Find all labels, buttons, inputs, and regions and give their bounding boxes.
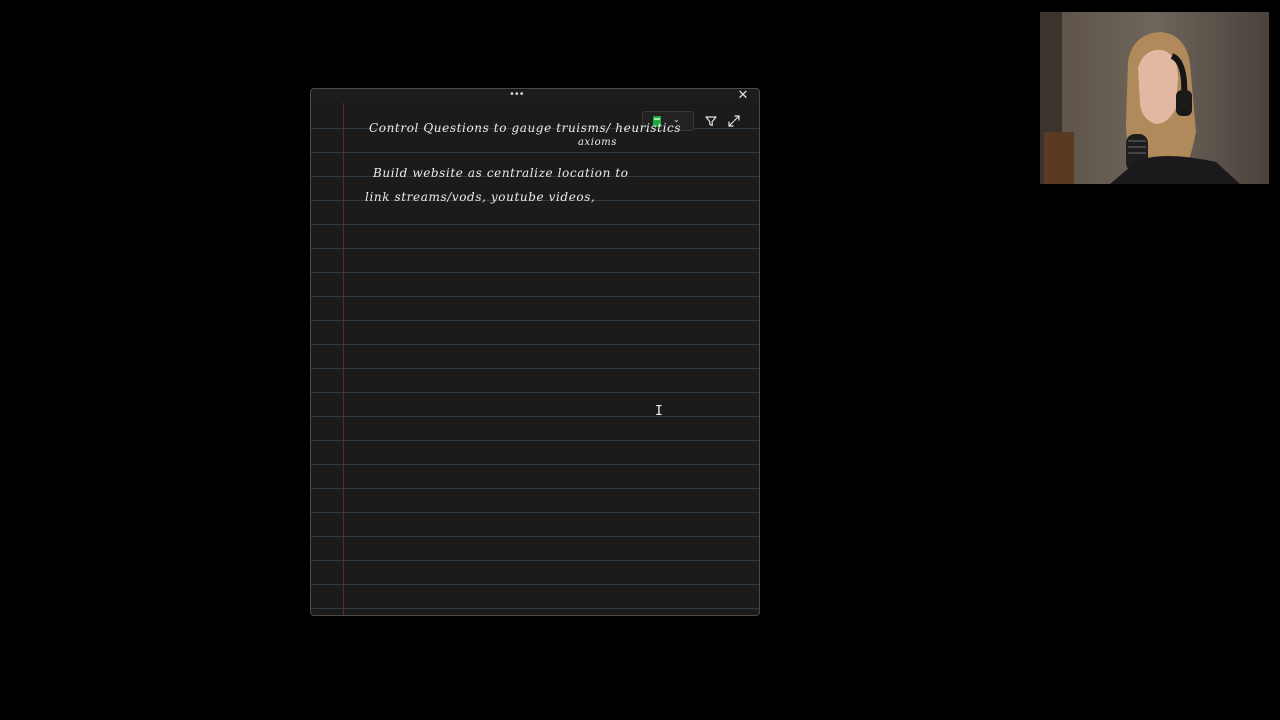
handwriting-annotation: axioms (578, 137, 618, 148)
funnel-icon[interactable] (704, 114, 718, 128)
webcam-image (1040, 12, 1269, 184)
text-cursor-icon: I (655, 404, 663, 419)
drag-handle-icon[interactable]: ••• (509, 90, 525, 100)
close-button[interactable]: ✕ (735, 89, 751, 103)
handwriting-line: Control Questions to gauge truisms/ heur… (369, 121, 682, 135)
screen: ••• ✕ ⌄ Control Questions to gauge truis… (0, 0, 1280, 720)
handwriting-line: link streams/vods, youtube videos, (365, 190, 596, 204)
margin-line (343, 103, 344, 615)
handwriting-line: Build website as centralize location to (373, 166, 629, 180)
note-window: ••• ✕ ⌄ Control Questions to gauge truis… (310, 88, 760, 616)
webcam-feed (1040, 12, 1269, 184)
expand-icon[interactable] (727, 114, 741, 128)
